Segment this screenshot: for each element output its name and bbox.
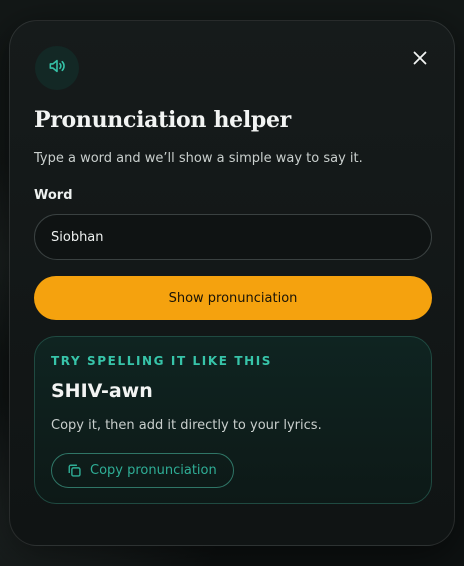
- pronunciation-text: SHIV-awn: [51, 380, 153, 402]
- pronunciation-result-card: TRY SPELLING IT LIKE THIS SHIV-awn Copy …: [34, 336, 432, 504]
- dialog-subtitle: Type a word and we’ll show a simple way …: [34, 151, 363, 166]
- speaker-icon: [47, 56, 67, 80]
- word-input[interactable]: [34, 214, 432, 260]
- copy-button-label: Copy pronunciation: [90, 463, 217, 478]
- result-hint: Copy it, then add it directly to your ly…: [51, 418, 322, 433]
- copy-pronunciation-button[interactable]: Copy pronunciation: [51, 453, 234, 488]
- result-eyebrow: TRY SPELLING IT LIKE THIS: [51, 354, 273, 368]
- dialog-title: Pronunciation helper: [34, 107, 291, 133]
- pronunciation-dialog: Pronunciation helper Type a word and we’…: [9, 20, 455, 546]
- close-button[interactable]: [406, 45, 434, 73]
- show-pronunciation-button[interactable]: Show pronunciation: [34, 276, 432, 320]
- word-field-label: Word: [34, 188, 73, 203]
- close-icon: [413, 50, 427, 69]
- speaker-icon-badge: [35, 46, 79, 90]
- copy-icon: [67, 463, 82, 478]
